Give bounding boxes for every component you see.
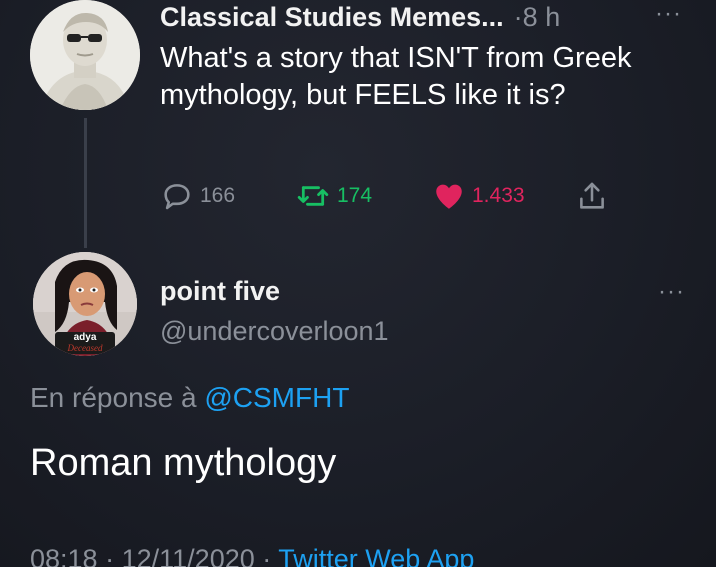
replying-to-prefix: En réponse à bbox=[30, 382, 197, 413]
more-horizontal-icon[interactable]: ··· bbox=[655, 2, 695, 28]
tweet-footer-meta: 08:18 · 12/11/2020 · Twitter Web App bbox=[30, 544, 474, 567]
footer-separator-1: · bbox=[105, 544, 115, 567]
retweet-icon bbox=[297, 186, 329, 206]
footer-separator-2: · bbox=[262, 544, 272, 567]
retweet-button[interactable]: 174 bbox=[295, 176, 372, 216]
tweet-time[interactable]: 8 h bbox=[523, 2, 561, 33]
avatar-point-five[interactable]: adya Deceased bbox=[33, 252, 137, 356]
heart-filled-icon bbox=[436, 184, 462, 209]
like-button[interactable]: 1.433 bbox=[432, 176, 525, 216]
reply-bubble-icon bbox=[164, 184, 190, 210]
share-icon bbox=[580, 182, 604, 209]
tweet-thread-screen: Classical Studies Memes... · 8 h ··· Wha… bbox=[0, 0, 716, 567]
thread-connector-line bbox=[84, 118, 87, 248]
more-horizontal-icon[interactable]: ··· bbox=[658, 280, 685, 304]
replying-to-mention-link[interactable]: @CSMFHT bbox=[204, 382, 349, 413]
reply-author-name[interactable]: point five bbox=[160, 276, 280, 307]
like-count: 1.433 bbox=[472, 184, 525, 207]
tweet-actions-bar: 166 174 1.433 bbox=[160, 176, 620, 216]
footer-date[interactable]: 12/11/2020 bbox=[122, 544, 255, 567]
retweet-count: 174 bbox=[337, 184, 373, 207]
avatar-bust-image bbox=[30, 0, 140, 110]
replying-to-line: En réponse à @CSMFHT bbox=[30, 382, 349, 414]
avatar-classical-studies-memes[interactable] bbox=[30, 0, 140, 110]
tweet-header: Classical Studies Memes... · 8 h bbox=[160, 0, 700, 34]
reply-button[interactable]: 166 bbox=[160, 176, 235, 216]
avatar-badge-status: Deceased bbox=[67, 343, 103, 353]
author-name[interactable]: Classical Studies Memes... bbox=[160, 2, 504, 33]
reply-tweet-text: Roman mythology bbox=[30, 442, 337, 484]
reply-count: 166 bbox=[200, 184, 236, 207]
reply-author-handle[interactable]: @undercoverloon1 bbox=[160, 316, 389, 347]
footer-source-link[interactable]: Twitter Web App bbox=[278, 544, 474, 567]
avatar-badge-name: adya bbox=[73, 332, 97, 343]
footer-time[interactable]: 08:18 bbox=[30, 544, 98, 567]
tweet-text: What's a story that ISN'T from Greek myt… bbox=[160, 42, 632, 111]
header-separator: · bbox=[513, 1, 523, 32]
share-button[interactable] bbox=[575, 176, 609, 216]
